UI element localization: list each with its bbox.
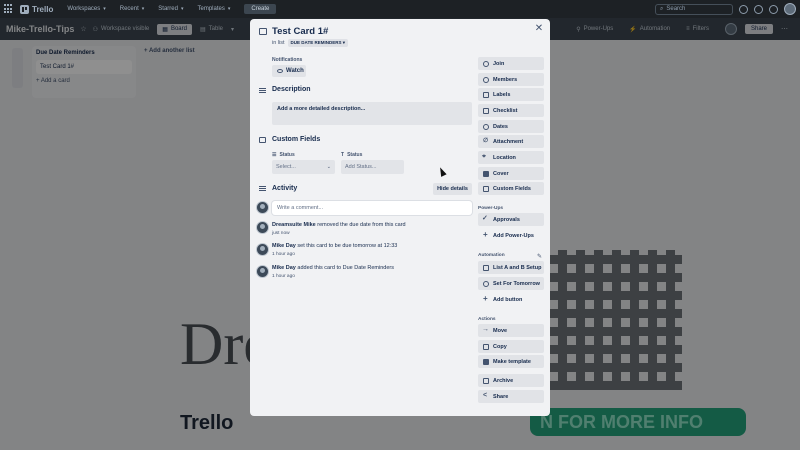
- checklist-button[interactable]: Checklist: [478, 104, 544, 117]
- check-icon: [482, 215, 489, 223]
- activity-timestamp[interactable]: just now: [272, 231, 406, 236]
- avatar: [256, 201, 269, 214]
- workspaces-menu[interactable]: Workspaces ▾: [67, 6, 105, 12]
- archive-icon: [483, 377, 489, 384]
- description-icon: [259, 88, 266, 94]
- notifications-label: Notifications: [272, 57, 303, 63]
- arrow-right-icon: [482, 326, 489, 334]
- copy-icon: [483, 343, 489, 350]
- account-avatar[interactable]: [784, 3, 796, 15]
- archive-button[interactable]: Archive: [478, 374, 544, 387]
- templates-menu[interactable]: Templates ▾: [198, 6, 231, 12]
- top-nav: Trello Workspaces ▾ Recent ▾ Starred ▾ Temp…: [0, 0, 800, 18]
- user-icon: [483, 60, 489, 67]
- add-button-button[interactable]: Add button: [478, 293, 544, 306]
- help-icon[interactable]: [754, 4, 763, 14]
- create-button[interactable]: Create: [244, 4, 277, 14]
- plus-icon: [483, 295, 489, 303]
- activity-item: Mike Day added this card to Due Date Rem…: [272, 265, 394, 279]
- add-power-ups-button[interactable]: Add Power-Ups: [478, 229, 544, 242]
- actions-label: Actions: [478, 317, 496, 322]
- activity-item: Mike Day set this card to be due tomorro…: [272, 243, 398, 257]
- dates-button[interactable]: Dates: [478, 120, 544, 133]
- location-pin-icon: [482, 153, 489, 161]
- location-button[interactable]: Location: [478, 151, 544, 164]
- status-text-input[interactable]: Add Status...: [341, 160, 404, 174]
- avatar[interactable]: [256, 265, 269, 278]
- attachment-button[interactable]: Attachment: [478, 135, 544, 148]
- labels-button[interactable]: Labels: [478, 88, 544, 101]
- clock-icon: [483, 123, 489, 130]
- card-title[interactable]: Test Card 1#: [272, 26, 328, 37]
- activity-user[interactable]: Mike Day: [272, 265, 296, 271]
- status-select[interactable]: Select... ⌄: [272, 160, 335, 174]
- chevron-down-icon: ▾: [180, 6, 184, 12]
- search-input[interactable]: ⌕ Search: [655, 3, 733, 15]
- activity-user[interactable]: Dreamsuite Mike: [272, 222, 316, 228]
- close-icon[interactable]: ✕: [534, 24, 544, 34]
- custom-fields-button[interactable]: Custom Fields: [478, 182, 544, 195]
- avatar[interactable]: [256, 243, 269, 256]
- share-card-button[interactable]: Share: [478, 390, 544, 403]
- chevron-down-icon: ▾: [103, 6, 106, 12]
- edit-icon[interactable]: ✎: [537, 253, 542, 260]
- chevron-down-icon: ▾: [227, 6, 231, 12]
- cover-button[interactable]: Cover: [478, 167, 544, 180]
- user-icon: [483, 76, 489, 83]
- checklist-icon: [483, 107, 489, 114]
- automation-label: Automation: [478, 253, 505, 258]
- join-button[interactable]: Join: [478, 57, 544, 70]
- watch-button[interactable]: Watch: [272, 65, 306, 77]
- clock-icon: [483, 280, 489, 287]
- chevron-down-icon: ⌄: [326, 164, 331, 170]
- custom-fields-icon: [259, 137, 266, 143]
- custom-fields-title: Custom Fields: [272, 136, 321, 143]
- activity-timestamp[interactable]: 1 hour ago: [272, 252, 397, 257]
- automation-button-list-setup[interactable]: List A and B Setup: [478, 261, 544, 274]
- recent-menu[interactable]: Recent ▾: [120, 6, 145, 12]
- paperclip-icon: [483, 137, 489, 145]
- custom-field-label: ☰ Status: [272, 152, 295, 158]
- power-ups-label: Power-Ups: [478, 206, 504, 211]
- starred-menu[interactable]: Starred ▾: [158, 6, 183, 12]
- automation-button-set-tomorrow[interactable]: Set For Tomorrow: [478, 277, 544, 290]
- text-icon: T: [341, 152, 345, 158]
- automation-icon: [483, 264, 489, 271]
- comment-input[interactable]: Write a comment...: [272, 201, 472, 215]
- members-button[interactable]: Members: [478, 73, 544, 86]
- cover-icon: [483, 170, 489, 177]
- custom-fields-icon: [483, 185, 489, 192]
- theme-icon[interactable]: [769, 4, 778, 14]
- avatar[interactable]: [256, 221, 269, 234]
- activity-user[interactable]: Mike Day: [272, 243, 296, 249]
- share-icon: [483, 392, 489, 400]
- app-switcher-icon[interactable]: [4, 4, 14, 14]
- custom-field-label: T Status: [341, 152, 363, 158]
- card-detail-modal: ✕ Test Card 1# in list DUE DATE REMINDER…: [250, 19, 550, 416]
- approvals-button[interactable]: Approvals: [478, 213, 544, 226]
- card-icon: [259, 28, 267, 35]
- notifications-icon[interactable]: [739, 4, 748, 14]
- activity-timestamp[interactable]: 1 hour ago: [272, 274, 394, 279]
- chevron-down-icon: ▾: [141, 6, 145, 12]
- plus-icon: [483, 231, 489, 239]
- trello-logo[interactable]: Trello: [20, 4, 53, 14]
- activity-item: Dreamsuite Mike removed the due date fro…: [272, 222, 406, 236]
- list-name-badge[interactable]: DUE DATE REMINDERS ▾: [287, 39, 348, 47]
- activity-icon: [259, 186, 266, 192]
- trello-logo-icon: [20, 4, 29, 14]
- eye-icon: [277, 69, 283, 73]
- description-editor[interactable]: Add a more detailed description...: [272, 102, 472, 125]
- search-icon: ⌕: [660, 5, 664, 12]
- move-button[interactable]: Move: [478, 324, 544, 337]
- copy-button[interactable]: Copy: [478, 340, 544, 353]
- template-icon: [483, 358, 489, 365]
- in-list-line: in list DUE DATE REMINDERS ▾: [272, 39, 348, 47]
- list-icon: ☰: [272, 152, 277, 158]
- description-title: Description: [272, 86, 311, 93]
- activity-title: Activity: [272, 185, 298, 192]
- make-template-button[interactable]: Make template: [478, 355, 544, 368]
- label-icon: [483, 91, 489, 98]
- hide-details-button[interactable]: Hide details: [433, 183, 472, 195]
